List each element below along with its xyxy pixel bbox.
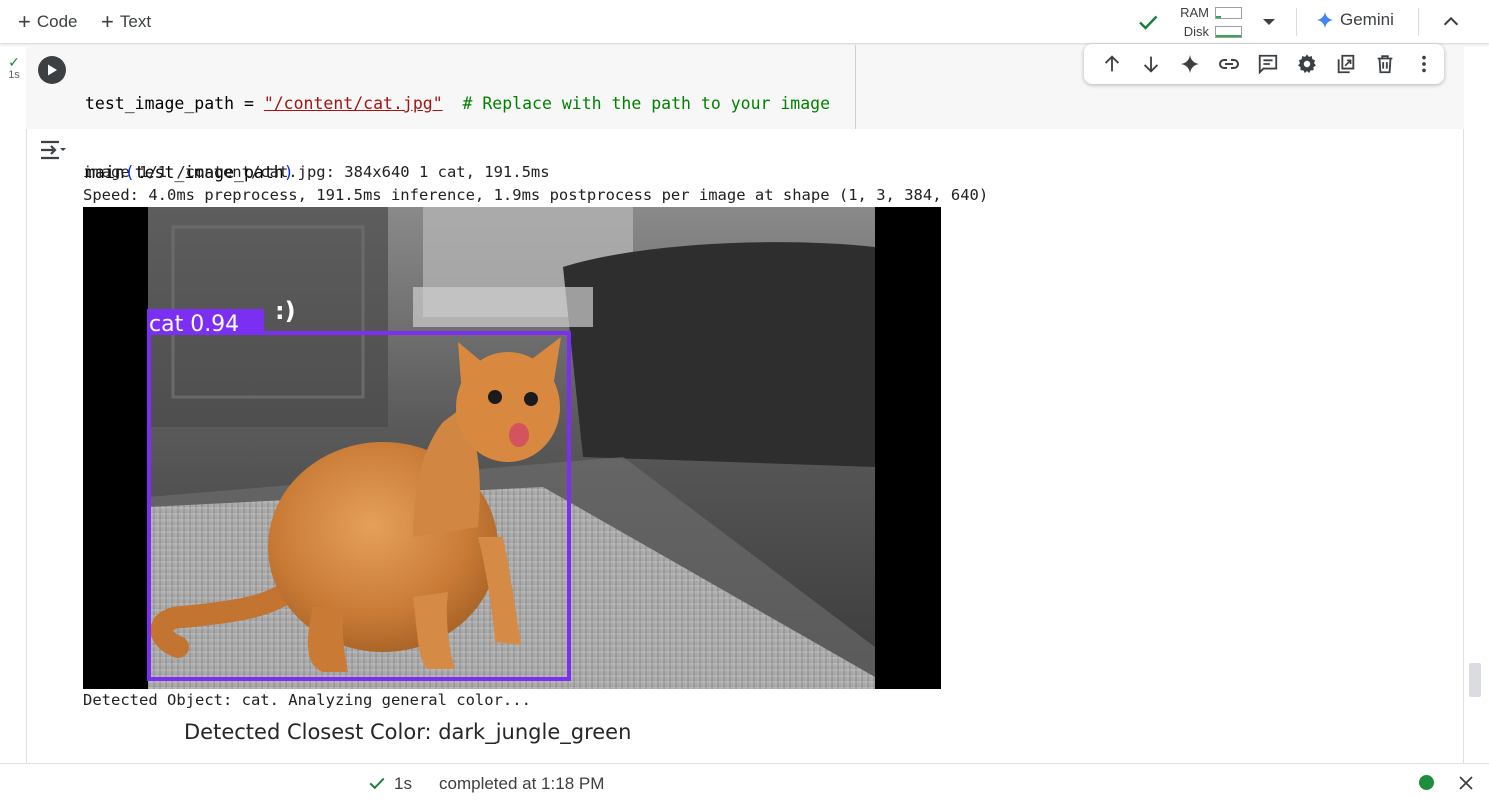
output-actions-icon[interactable] <box>38 138 68 164</box>
detection-image-canvas: cat 0.94 :) <box>147 207 875 689</box>
mirror-cell-button[interactable] <box>1327 44 1366 84</box>
add-comment-button[interactable] <box>1248 44 1287 84</box>
arrow-down-icon <box>1143 56 1158 73</box>
comment-icon <box>1258 54 1278 75</box>
smiley-overlay-text: :) <box>275 297 296 325</box>
output-log-line: Speed: 4.0ms preprocess, 191.5ms inferen… <box>83 186 989 204</box>
more-vert-icon <box>1422 55 1427 73</box>
ram-label: RAM <box>1180 5 1209 20</box>
resource-dropdown-icon[interactable] <box>1259 12 1279 32</box>
code-column-ruler <box>855 45 856 129</box>
code-comment: # Replace with the path to your image <box>442 94 831 113</box>
cell-settings-button[interactable] <box>1288 44 1327 84</box>
copy-link-button[interactable] <box>1209 44 1248 84</box>
gear-icon <box>1298 54 1317 74</box>
code-variable: test_image_path = <box>85 94 264 113</box>
run-cell-button[interactable] <box>38 56 66 84</box>
trash-icon <box>1377 55 1393 74</box>
cell-toolbar <box>1084 44 1444 84</box>
link-icon <box>1218 59 1239 69</box>
gemini-cell-button[interactable] <box>1170 44 1209 84</box>
arrow-up-icon <box>1104 55 1119 72</box>
play-icon <box>48 64 57 76</box>
add-code-label: Code <box>36 12 78 31</box>
exec-duration: 1s <box>8 69 20 81</box>
sparkle-icon <box>1180 54 1199 74</box>
toolbar-divider <box>1418 8 1419 36</box>
delete-cell-button[interactable] <box>1366 44 1405 84</box>
move-down-button[interactable] <box>1131 44 1170 84</box>
output-scrollbar-thumb[interactable] <box>1469 663 1481 697</box>
code-string: "/content/cat.jpg" <box>263 94 443 113</box>
chevron-up-icon[interactable] <box>1440 11 1462 33</box>
add-code-button[interactable]: + Code <box>18 10 78 34</box>
status-completed-text: completed at 1:18 PM <box>439 774 605 793</box>
disk-usage-bar <box>1215 25 1242 38</box>
add-text-label: Text <box>119 12 152 31</box>
output-log-line: Detected Object: cat. Analyzing general … <box>83 691 531 709</box>
exec-success-check-icon: ✓ <box>8 54 20 70</box>
detection-label-text: cat 0.94 <box>149 312 239 337</box>
status-bar: 1s completed at 1:18 PM <box>0 763 1489 803</box>
move-up-button[interactable] <box>1092 44 1131 84</box>
mirror-cell-icon <box>1337 54 1355 74</box>
disk-label: Disk <box>1183 24 1209 39</box>
connected-check-icon[interactable] <box>1136 10 1160 34</box>
gemini-button[interactable]: Gemini <box>1316 10 1394 30</box>
resource-monitor[interactable]: RAM Disk <box>1172 3 1242 41</box>
status-duration: 1s <box>394 774 412 793</box>
ram-usage-bar <box>1215 6 1242 19</box>
more-options-button[interactable] <box>1405 44 1444 84</box>
top-toolbar: + Code + Text RAM Disk Gemini <box>0 0 1489 44</box>
detection-result-image: cat 0.94 :) <box>83 207 941 689</box>
code-line-1: test_image_path = "/content/cat.jpg" # R… <box>85 92 830 115</box>
output-log-line: image 1/1 /content/cat.jpg: 384x640 1 ca… <box>83 163 550 181</box>
runtime-connected-dot <box>1419 775 1434 790</box>
gemini-label: Gemini <box>1340 10 1394 29</box>
cell-exec-status: ✓ 1s <box>6 55 22 81</box>
gemini-sparkle-icon <box>1316 11 1334 29</box>
add-text-button[interactable]: + Text <box>101 10 151 34</box>
plus-icon: + <box>18 9 31 34</box>
toolbar-divider <box>1296 8 1297 36</box>
close-icon[interactable] <box>1457 774 1475 792</box>
sofa <box>563 242 875 467</box>
color-plot-title: Detected Closest Color: dark_jungle_gree… <box>184 720 632 744</box>
completed-check-icon <box>369 777 385 790</box>
plus-icon: + <box>101 9 114 34</box>
